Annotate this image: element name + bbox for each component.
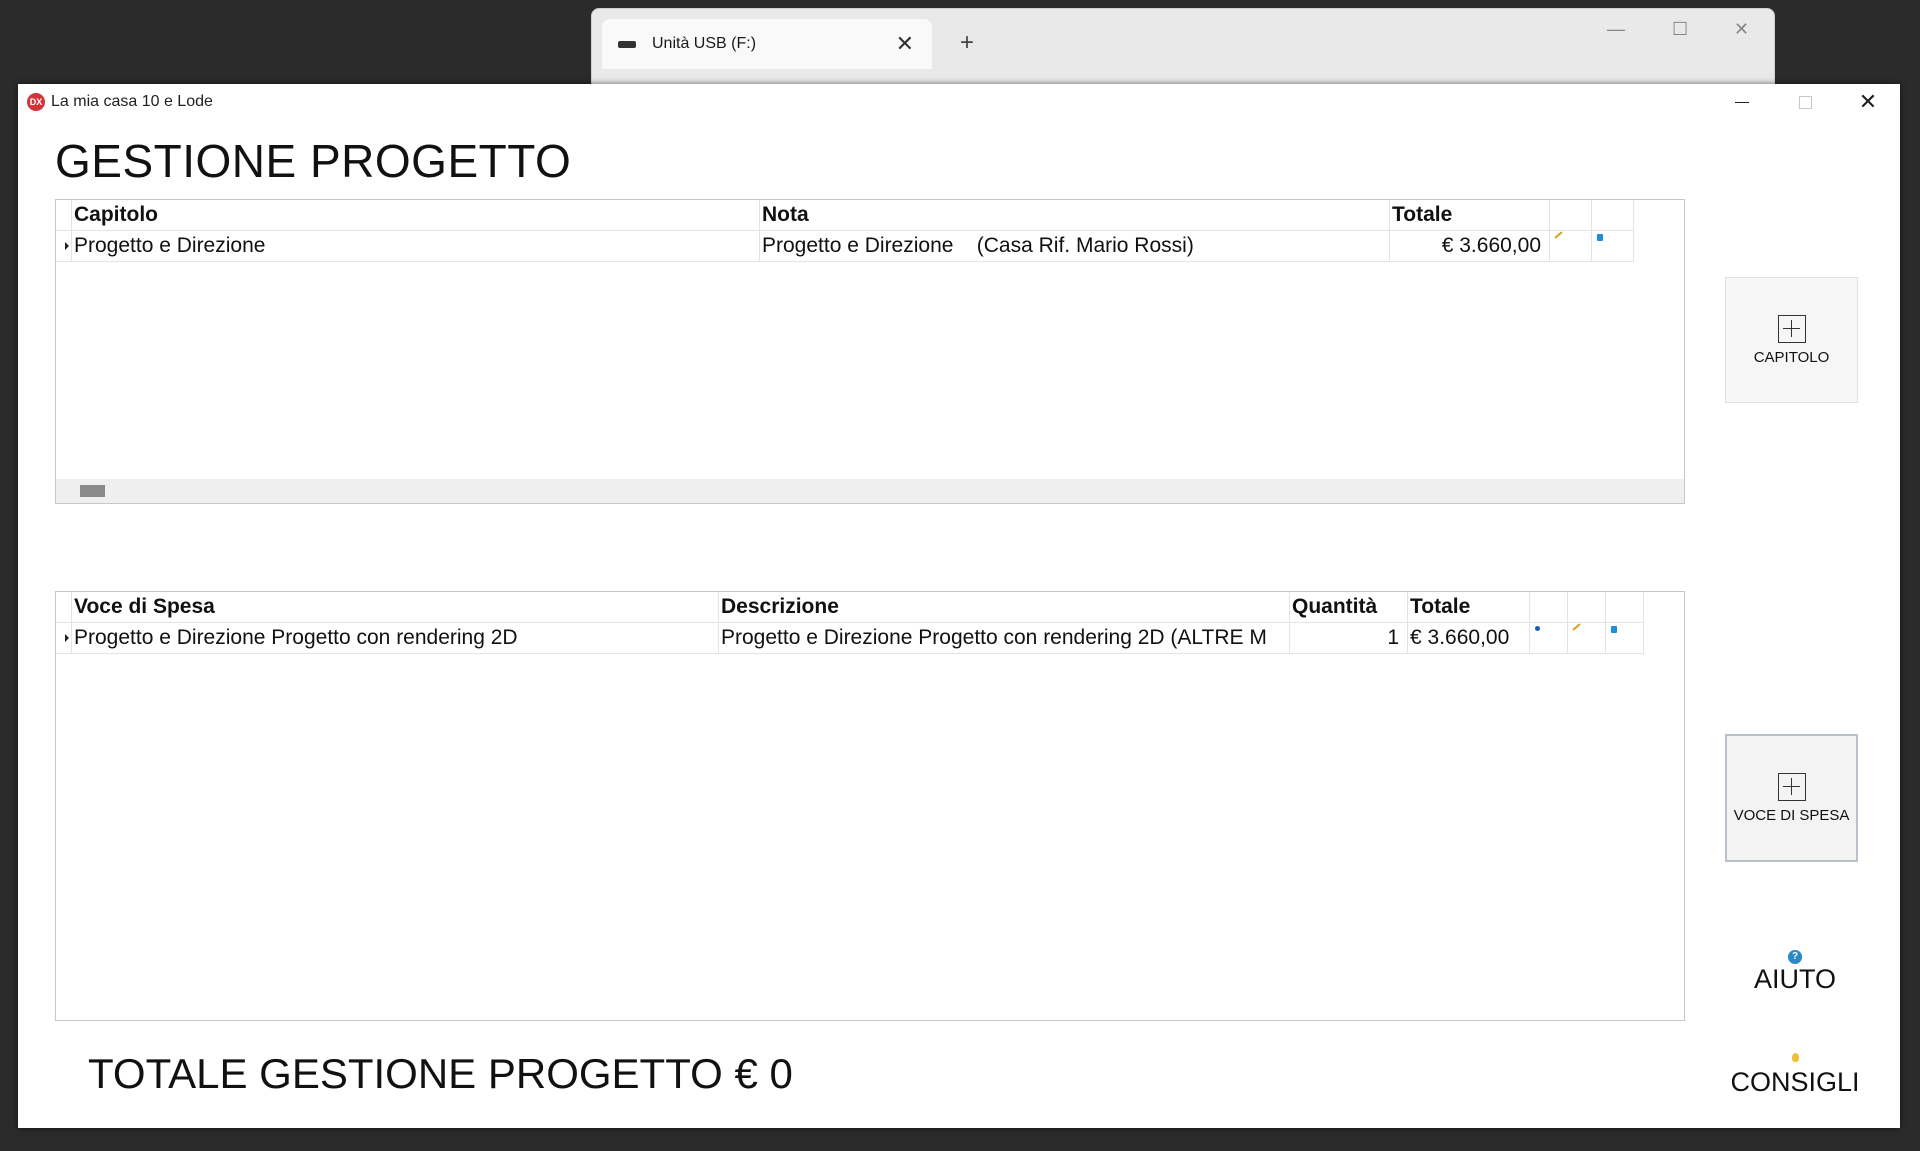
voci-spesa-grid: Voce di Spesa Descrizione Quantità Total… [55,591,1685,1021]
delete-button[interactable] [1592,231,1634,262]
trash-icon [1597,234,1603,241]
new-tab-icon[interactable]: + [960,29,974,57]
add-capitolo-button[interactable]: CAPITOLO [1725,277,1858,403]
row-indicator [56,231,72,262]
cell-descrizione[interactable]: Progetto e Direzione Progetto con render… [719,623,1290,654]
column-header-delete [1606,592,1644,623]
grid-header-row: Voce di Spesa Descrizione Quantità Total… [56,592,1644,623]
pencil-icon [1554,231,1563,239]
table-row[interactable]: Progetto e Direzione Progetto con render… [56,623,1644,654]
row-arrow-icon [65,634,69,642]
maximize-icon[interactable]: ☐ [1672,19,1688,40]
app-window: DX La mia casa 10 e Lode ✕ GESTIONE PROG… [18,84,1900,1128]
delete-button[interactable] [1606,623,1644,654]
horizontal-scrollbar[interactable] [56,479,1684,503]
add-capitolo-label: CAPITOLO [1753,348,1830,366]
trash-icon [1611,626,1617,633]
usb-drive-icon [618,40,636,48]
cell-capitolo[interactable]: Progetto e Direzione [72,231,760,262]
explorer-tab[interactable]: Unità USB (F:) ✕ [602,19,932,69]
column-header-nota[interactable]: Nota [760,200,1390,231]
edit-button[interactable] [1568,623,1606,654]
maximize-button[interactable] [1785,87,1825,117]
close-icon: ✕ [1858,89,1878,114]
total-label: TOTALE GESTIONE PROGETTO € 0 [88,1050,793,1097]
consigli-button[interactable]: CONSIGLI [1725,1049,1865,1098]
close-icon[interactable]: ✕ [1734,19,1749,40]
add-voce-spesa-label: VOCE DI SPESA [1733,806,1850,824]
eye-icon [1535,626,1540,631]
background-explorer-window: Unità USB (F:) ✕ + — ☐ ✕ [591,8,1775,90]
column-header-view [1530,592,1568,623]
column-header-voce[interactable]: Voce di Spesa [72,592,719,623]
pencil-icon [1572,623,1581,631]
grid-header-row: Capitolo Nota Totale [56,200,1634,231]
close-button[interactable]: ✕ [1848,87,1888,117]
column-header-edit [1550,200,1592,231]
aiuto-label: AIUTO [1753,964,1836,994]
view-button[interactable] [1530,623,1568,654]
question-icon: ? [1788,950,1802,964]
cell-totale[interactable]: € 3.660,00 [1390,231,1550,262]
bulb-icon [1791,1053,1799,1062]
app-logo-icon: DX [27,93,45,111]
row-arrow-icon [65,242,69,250]
aiuto-button[interactable]: ? AIUTO [1725,946,1865,995]
consigli-label: CONSIGLI [1730,1067,1860,1097]
scrollbar-thumb[interactable] [80,485,105,497]
maximize-icon [1798,95,1812,109]
column-header-edit [1568,592,1606,623]
minimize-icon[interactable]: — [1607,19,1625,40]
cell-totale[interactable]: € 3.660,00 [1408,623,1530,654]
add-voce-spesa-button[interactable]: VOCE DI SPESA [1725,734,1858,862]
edit-button[interactable] [1550,231,1592,262]
cell-quantita[interactable]: 1 [1290,623,1408,654]
close-tab-icon[interactable]: ✕ [896,31,914,57]
page-title: GESTIONE PROGETTO [55,135,572,187]
column-header-totale[interactable]: Totale [1408,592,1530,623]
explorer-tab-label: Unità USB (F:) [652,35,757,52]
table-row[interactable]: Progetto e Direzione Progetto e Direzion… [56,231,1634,262]
column-header-quantita[interactable]: Quantità [1290,592,1408,623]
cell-nota[interactable]: Progetto e Direzione (Casa Rif. Mario Ro… [760,231,1390,262]
column-header-capitolo[interactable]: Capitolo [72,200,760,231]
column-header-totale[interactable]: Totale [1390,200,1550,231]
minimize-button[interactable] [1722,87,1762,117]
plus-icon [1777,772,1806,801]
capitoli-grid: Capitolo Nota Totale Progetto e Direzion… [55,199,1685,504]
column-header-descrizione[interactable]: Descrizione [719,592,1290,623]
row-indicator-header [56,200,72,231]
row-indicator [56,623,72,654]
plus-icon [1777,314,1806,343]
title-bar: DX La mia casa 10 e Lode ✕ [18,84,1900,120]
column-header-delete [1592,200,1634,231]
cell-voce[interactable]: Progetto e Direzione Progetto con render… [72,623,719,654]
window-title: La mia casa 10 e Lode [51,93,213,110]
row-indicator-header [56,592,72,623]
minimize-icon [1735,101,1749,103]
